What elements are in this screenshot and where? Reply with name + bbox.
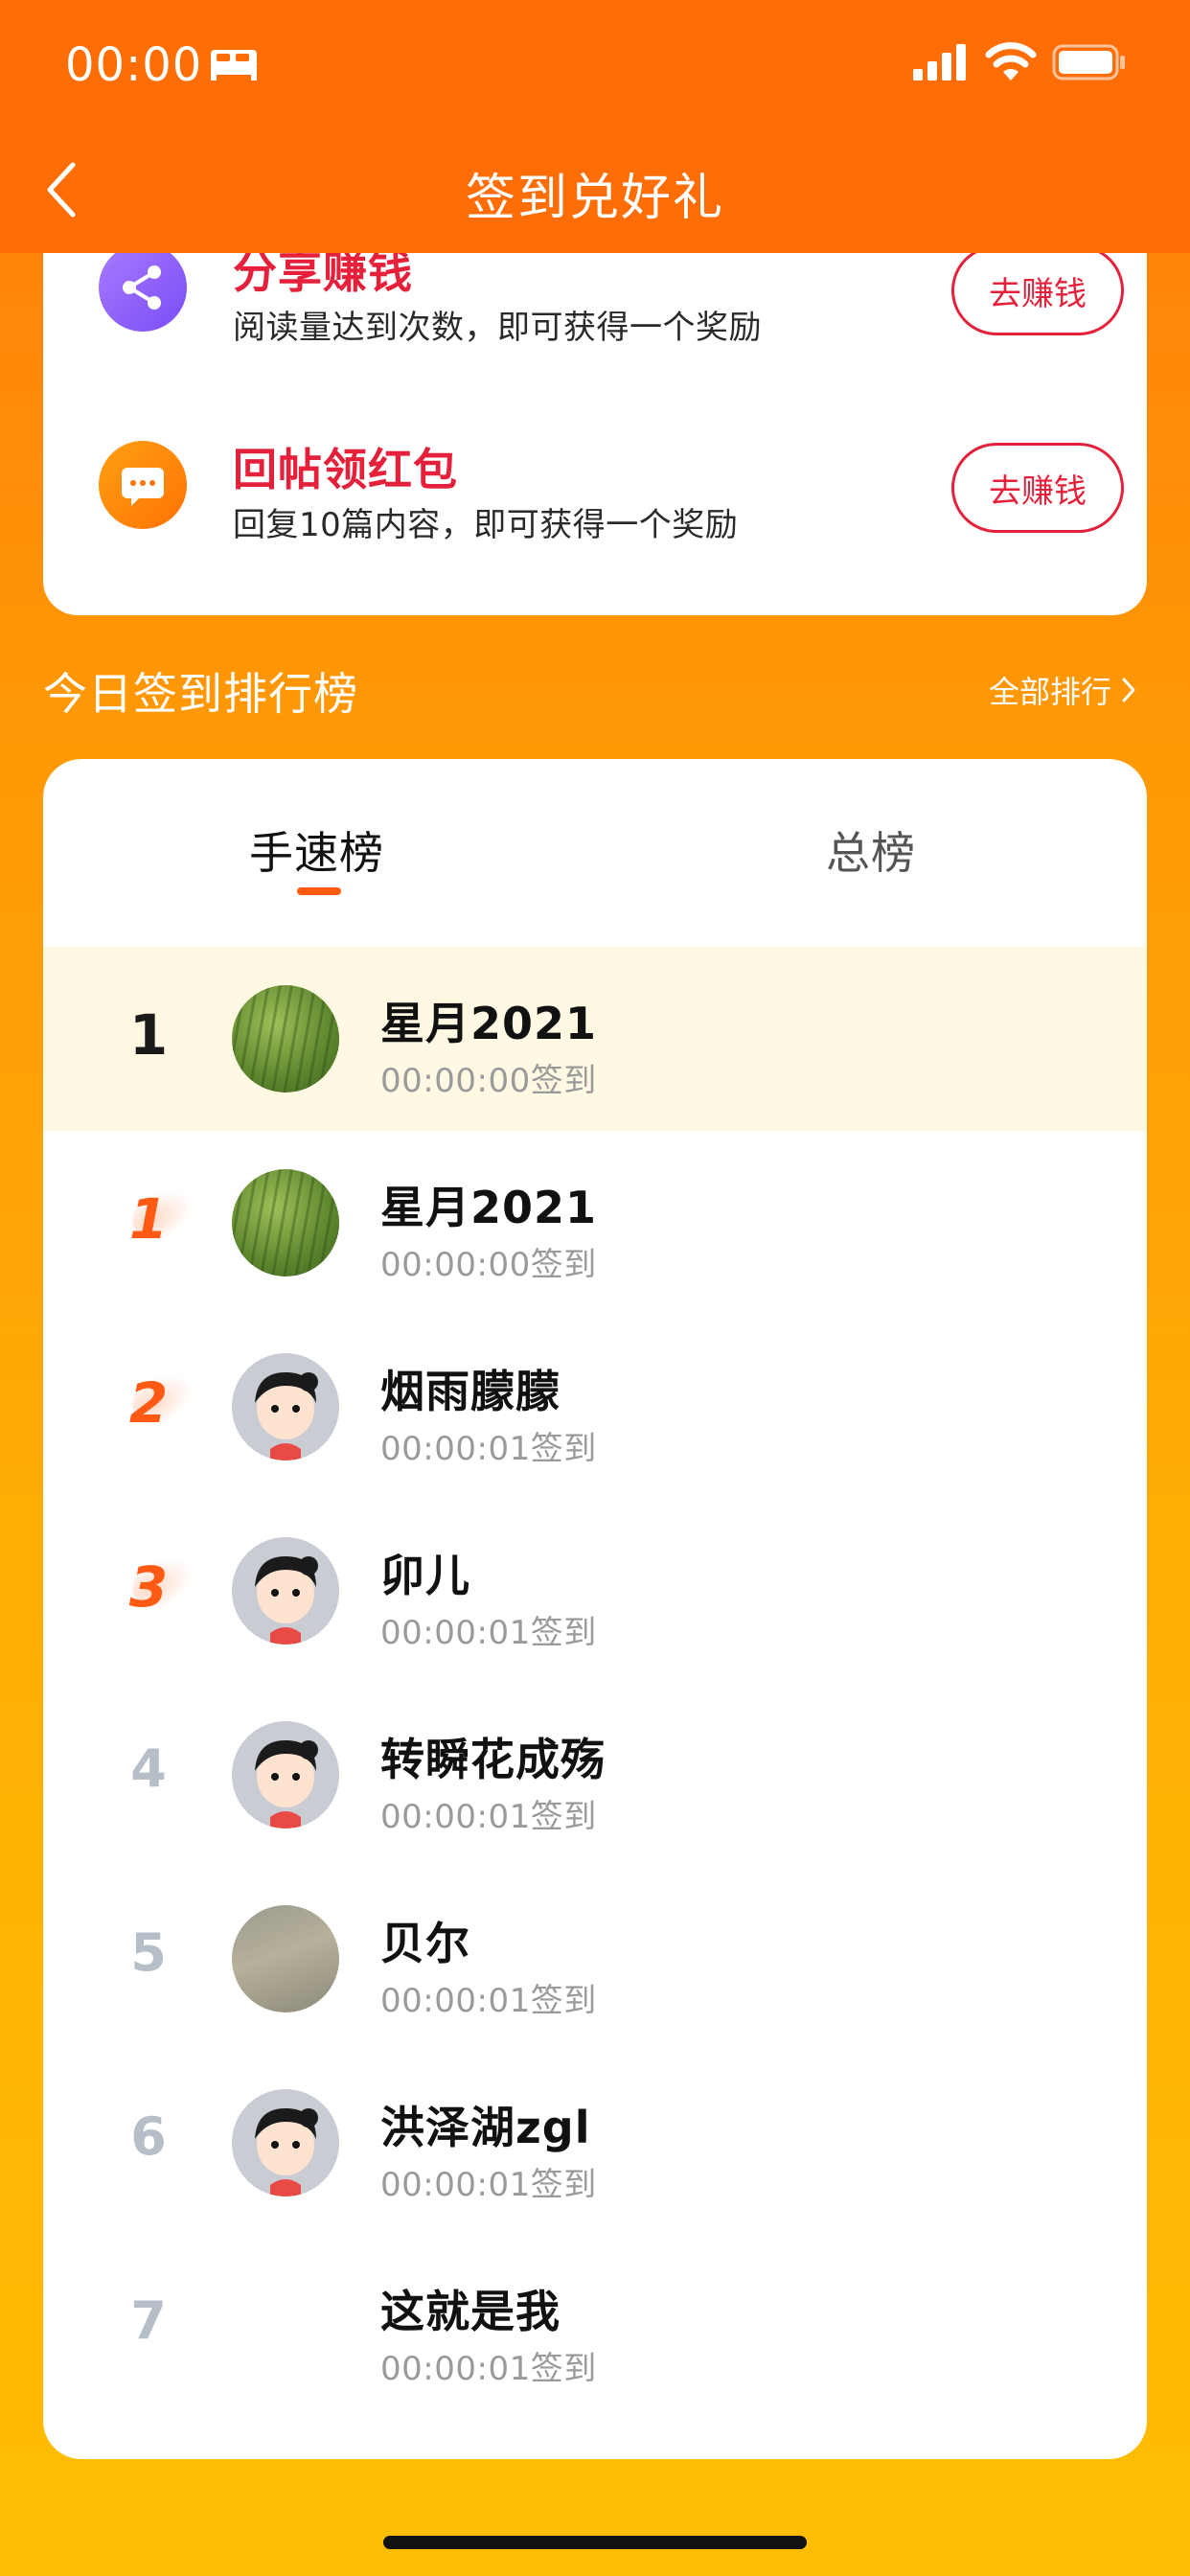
tab-total[interactable]: 总榜 [826,818,916,882]
avatar [232,1721,339,1828]
bed-icon [211,50,257,80]
task-card: 分享赚钱 阅读量达到次数，即可获得一个奖励 去赚钱 回帖领红包 回复10篇内容，… [43,192,1147,615]
status-time: 00:00 [65,38,203,92]
home-indicator[interactable] [383,2536,807,2549]
cartoon-avatar-icon [232,1537,339,1644]
avatar [232,1169,339,1276]
ranking-row[interactable]: 4 转瞬花成殇 00:00:01签到 [43,1683,1147,1867]
tab-speed[interactable]: 手速榜 [249,818,384,882]
avatar [232,1537,339,1644]
task-desc: 回复10篇内容，即可获得一个奖励 [233,506,739,544]
rank-number: 2 [128,1370,169,1436]
chevron-right-icon [1122,678,1135,702]
signin-time: 00:00:01签到 [380,2166,597,2204]
user-name: 洪泽湖zgl [380,2102,591,2153]
ranking-row[interactable]: 7 这就是我 00:00:01签到 [43,2235,1147,2419]
ranking-title: 今日签到排行榜 [43,668,358,720]
signin-time: 00:00:01签到 [380,1798,597,1836]
signin-time: 00:00:01签到 [380,1614,597,1652]
signin-time: 00:00:01签到 [380,1430,597,1468]
cartoon-avatar-icon [232,1721,339,1828]
ranking-row[interactable]: 2 烟雨朦朦 00:00:01签到 [43,1315,1147,1499]
user-name: 转瞬花成殇 [380,1734,606,1785]
task-desc: 阅读量达到次数，即可获得一个奖励 [233,309,762,347]
user-name: 烟雨朦朦 [380,1366,561,1417]
signin-time: 00:00:01签到 [380,2350,597,2388]
view-all-label: 全部排行 [988,674,1111,710]
user-name: 星月2021 [380,1182,598,1233]
active-tab-indicator [297,887,341,895]
rank-number: 5 [130,1922,167,1983]
avatar [232,1353,339,1460]
chat-icon [99,441,187,529]
rank-number: 6 [130,2106,167,2167]
ranking-row[interactable]: 1 星月2021 00:00:00签到 [43,1131,1147,1315]
task-row-reply: 回帖领红包 回复10篇内容，即可获得一个奖励 去赚钱 [43,399,1147,571]
wifi-icon [985,42,1037,80]
ranking-row[interactable]: 6 洪泽湖zgl 00:00:01签到 [43,2051,1147,2235]
ranking-card: 手速榜 总榜 1 星月2021 00:00:00签到 1 星月2021 00:0… [43,759,1147,2459]
cartoon-avatar-icon [232,1353,339,1460]
cartoon-avatar-icon [232,2089,339,2196]
user-name: 星月2021 [380,998,598,1049]
avatar [232,1905,339,2012]
ranking-row[interactable]: 5 贝尔 00:00:01签到 [43,1867,1147,2051]
rank-number: 4 [130,1738,167,1799]
avatar [232,985,339,1092]
share-icon [99,243,187,332]
user-name: 卯儿 [380,1550,470,1601]
rank-number: 1 [128,1002,169,1068]
ranking-row[interactable]: 3 卯儿 00:00:01签到 [43,1499,1147,1683]
signin-time: 00:00:00签到 [380,1246,597,1284]
user-name: 贝尔 [380,1918,470,1969]
rank-number: 7 [130,2290,167,2351]
signin-time: 00:00:01签到 [380,1982,597,2020]
earn-button[interactable]: 去赚钱 [951,245,1124,335]
signal-icon [913,44,966,80]
user-name: 这就是我 [380,2286,561,2337]
task-title: 回帖领红包 [233,444,458,495]
signin-time: 00:00:00签到 [380,1062,597,1100]
view-all-ranking-link[interactable]: 全部排行 [989,668,1136,712]
rank-number: 3 [128,1554,169,1620]
earn-button[interactable]: 去赚钱 [951,443,1124,533]
rank-number: 1 [128,1186,169,1252]
battery-icon [1052,44,1125,80]
page-title: 签到兑好礼 [465,170,724,227]
ranking-row-mine[interactable]: 1 星月2021 00:00:00签到 [43,947,1147,1131]
top-bar: 00:00 签到兑好礼 [0,0,1190,253]
avatar [232,2089,339,2196]
